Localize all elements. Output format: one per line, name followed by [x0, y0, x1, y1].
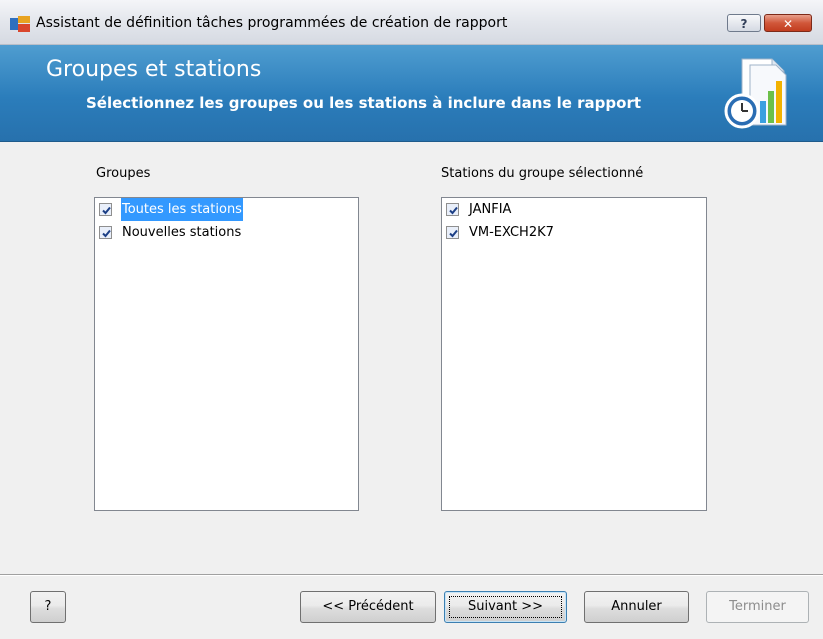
close-icon: ✕ — [782, 17, 794, 31]
stations-label: Stations du groupe sélectionné — [441, 166, 644, 181]
previous-button[interactable]: << Précédent — [300, 591, 436, 623]
checkmark-icon — [449, 229, 458, 238]
station-item-janfia[interactable]: JANFIA — [442, 198, 706, 221]
group-item-label: Toutes les stations — [121, 198, 243, 221]
close-button[interactable]: ✕ — [764, 14, 812, 32]
group-item-all-stations[interactable]: Toutes les stations — [95, 198, 358, 221]
report-schedule-icon — [724, 58, 787, 129]
groups-label: Groupes — [96, 166, 151, 181]
stations-listbox[interactable]: JANFIA VM-EXCH2K7 — [441, 197, 707, 511]
group-all-checkbox[interactable] — [99, 203, 112, 216]
group-item-new-stations[interactable]: Nouvelles stations — [95, 221, 358, 244]
station-item-label: VM-EXCH2K7 — [469, 225, 554, 240]
help-button[interactable]: ? — [30, 591, 66, 623]
focus-rect — [449, 596, 562, 618]
finish-button[interactable]: Terminer — [706, 591, 809, 623]
header-banner: Groupes et stations Sélectionnez les gro… — [0, 45, 823, 142]
page-subtitle: Sélectionnez les groupes ou les stations… — [86, 94, 642, 112]
help-titlebar-button[interactable]: ? — [727, 14, 761, 32]
group-item-label: Nouvelles stations — [122, 225, 242, 240]
page-title: Groupes et stations — [46, 57, 262, 82]
next-button[interactable]: Suivant >> — [444, 591, 567, 623]
groups-listbox[interactable]: Toutes les stations Nouvelles stations — [94, 197, 359, 511]
station-vm-checkbox[interactable] — [446, 226, 459, 239]
checkmark-icon — [449, 206, 458, 215]
checkmark-icon — [102, 206, 111, 215]
station-item-vm-exch2k7[interactable]: VM-EXCH2K7 — [442, 221, 706, 244]
app-logo-icon — [10, 16, 30, 32]
footer-divider-highlight — [0, 575, 823, 576]
window-title: Assistant de définition tâches programmé… — [36, 15, 508, 31]
group-new-checkbox[interactable] — [99, 226, 112, 239]
title-bar: Assistant de définition tâches programmé… — [0, 0, 823, 45]
cancel-button[interactable]: Annuler — [584, 591, 689, 623]
station-janfia-checkbox[interactable] — [446, 203, 459, 216]
station-item-label: JANFIA — [469, 202, 512, 217]
checkmark-icon — [102, 229, 111, 238]
